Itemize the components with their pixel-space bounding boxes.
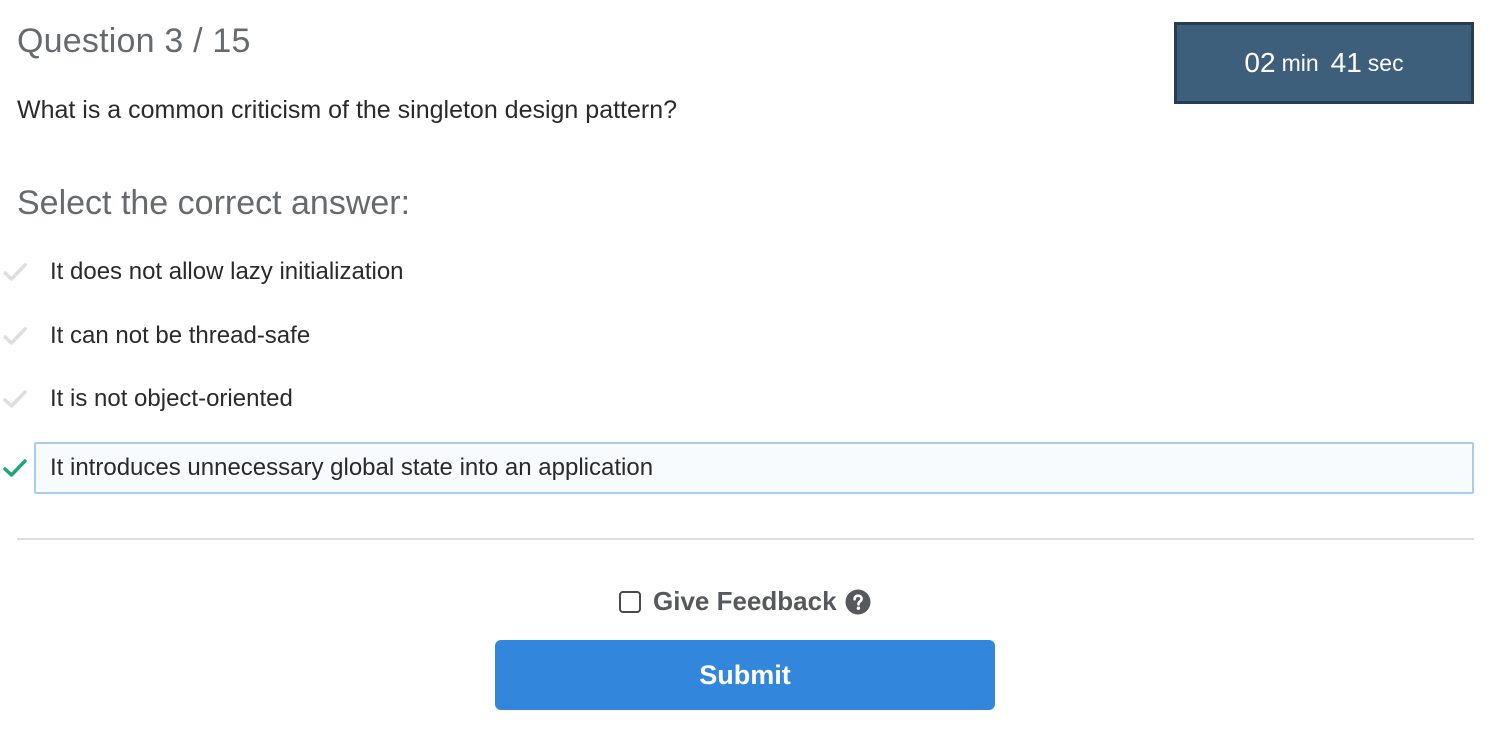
submit-button[interactable]: Submit: [495, 640, 995, 710]
answer-option-label: It introduces unnecessary global state i…: [50, 454, 654, 481]
feedback-label: Give Feedback: [653, 586, 837, 616]
timer-minutes: 02: [1244, 47, 1276, 78]
check-icon: [2, 310, 28, 362]
give-feedback-toggle[interactable]: Give Feedback: [619, 586, 871, 617]
feedback-checkbox[interactable]: [619, 590, 641, 613]
answer-option-label: It does not allow lazy initialization: [50, 258, 404, 285]
timer-seconds-unit: sec: [1367, 49, 1404, 76]
question-text: What is a common criticism of the single…: [17, 96, 678, 124]
answer-option-4[interactable]: It introduces unnecessary global state i…: [34, 442, 1474, 494]
answer-prompt: Select the correct answer:: [17, 184, 411, 222]
timer-minutes-unit: min: [1281, 49, 1319, 76]
answer-option-3[interactable]: It is not object-oriented: [34, 373, 1474, 425]
check-icon: [2, 442, 28, 494]
answer-option-label: It is not object-oriented: [50, 385, 293, 412]
answer-option-label: It can not be thread-safe: [50, 322, 311, 349]
question-counter: Question 3 / 15: [17, 22, 251, 60]
question-circle-icon[interactable]: [845, 589, 871, 615]
check-icon: [2, 246, 28, 298]
countdown-timer: 02 min 41 sec: [1174, 22, 1474, 104]
timer-seconds: 41: [1330, 47, 1362, 78]
answer-option-1[interactable]: It does not allow lazy initialization: [34, 246, 1474, 298]
divider: [17, 538, 1474, 540]
answer-option-2[interactable]: It can not be thread-safe: [34, 310, 1474, 362]
check-icon: [2, 373, 28, 425]
